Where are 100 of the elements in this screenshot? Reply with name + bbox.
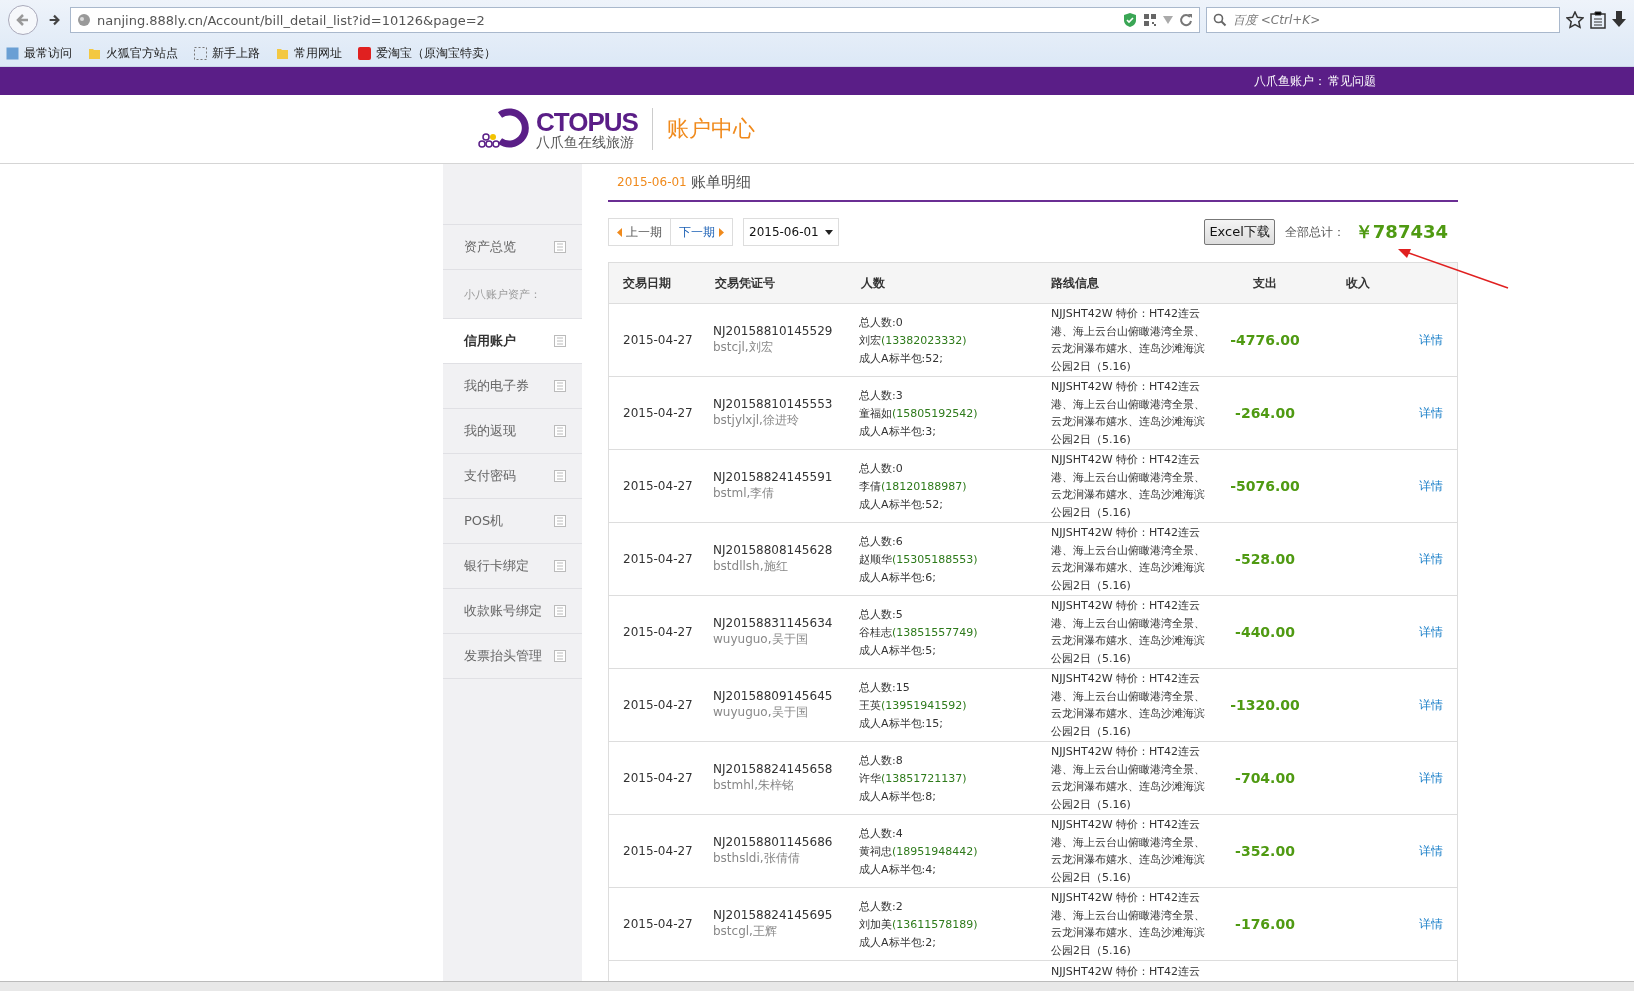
bookmark[interactable]: 常用网址 [276, 44, 342, 62]
package-count: 成人A标半包:6; [859, 569, 937, 586]
sidebar-item[interactable]: 资产总览 [443, 225, 582, 270]
address-field[interactable]: nanjing.888ly.cn/Account/bill_detail_list?id=10126&page=2 [70, 7, 1200, 33]
voucher-number: NJ20158810145529 [713, 324, 834, 338]
sidebar-item[interactable]: 发票抬头管理 [443, 634, 582, 679]
expense-amount: -528.00 [1234, 551, 1296, 567]
route-info: NJJSHT42W 特价：HT42连云港、海上云台山俯瞰港湾全景、云龙涧瀑布嬉水、连岛沙滩海滨公园2日（5.16) [1050, 452, 1206, 521]
logo[interactable]: CTOPUS 八爪鱼在线旅游 [478, 107, 638, 151]
route-info: NJJSHT42W 特价：HT42连云港、海上云台山俯瞰港湾全景、云龙涧瀑布嬉水、连岛沙滩海滨公园2日（5.16) [1050, 525, 1206, 594]
expense-amount: -1320.00 [1229, 697, 1301, 713]
voucher-number: NJ20158824145591 [713, 470, 834, 484]
back-arrow-icon [15, 12, 31, 28]
shield-icon [1123, 12, 1137, 28]
voucher-number: NJ20158809145645 [713, 689, 834, 703]
agent-name: bstjylxjl,徐进玲 [713, 412, 800, 429]
sidebar-item[interactable]: 银行卡绑定 [443, 544, 582, 589]
contact: 刘加美(13611578189) [859, 916, 979, 933]
qr-code-icon[interactable] [1143, 13, 1157, 27]
people-count: 总人数:5 [859, 606, 904, 623]
date-cell-text: 2015-04-27 [622, 698, 694, 712]
detail-link[interactable]: 详情 [1403, 404, 1457, 422]
bookmark[interactable]: 最常访问 [6, 44, 72, 62]
people-count: 总人数:0 [859, 314, 904, 331]
contact: 许华(13851721137) [859, 770, 968, 787]
excel-download-button[interactable]: Excel下载 [1204, 219, 1275, 245]
expense-amount: -176.00 [1234, 916, 1296, 932]
left-triangle-icon [617, 227, 622, 237]
package-count: 成人A标半包:5; [859, 642, 937, 659]
folder-icon [88, 46, 101, 60]
sidebar-item[interactable]: 信用账户 [443, 319, 582, 364]
star-icon[interactable] [1566, 11, 1584, 29]
list-icon [554, 335, 566, 347]
column-header: 支出 [1252, 274, 1278, 292]
period-select[interactable]: 2015-06-01 [743, 218, 839, 246]
expense-amount: -352.00 [1234, 843, 1296, 859]
route-info: NJJSHT42W 特价：HT42连云港、海上云台山俯瞰港湾全景、云龙涧瀑布嬉水、连岛沙滩海滨公园2日（5.16) [1050, 744, 1206, 813]
column-header: 人数 [860, 274, 886, 292]
people-count: 总人数:2 [859, 898, 904, 915]
column-header: 交易日期 [622, 274, 672, 292]
folder-icon [276, 46, 289, 60]
total-amount: ￥787434 [1354, 220, 1448, 244]
list-icon [554, 425, 566, 437]
detail-link[interactable]: 详情 [1403, 331, 1457, 349]
detail-link[interactable]: 详情 [1403, 696, 1457, 714]
route-info: NJJSHT42W 特价：HT42连云 [1050, 964, 1202, 980]
voucher-number: NJ20158808145628 [713, 543, 834, 557]
detail-link[interactable]: 详情 [1403, 842, 1457, 860]
package-count: 成人A标半包:52; [859, 350, 944, 367]
voucher-number: NJ20158824145658 [713, 762, 834, 776]
bill-date: 2015-06-01 [617, 175, 687, 189]
contact: 童福如(15805192542) [859, 405, 979, 422]
download-icon[interactable] [1612, 11, 1626, 29]
sidebar-item[interactable]: 我的电子券 [443, 364, 582, 409]
sidebar-item[interactable]: 我的返现 [443, 409, 582, 454]
date-cell-text: 2015-04-27 [622, 406, 694, 420]
list-icon [554, 650, 566, 662]
detail-link[interactable]: 详情 [1403, 769, 1457, 787]
expense-amount: -4776.00 [1229, 332, 1301, 348]
page-heading: 账户中心 [666, 115, 755, 143]
bookmark[interactable]: 新手上路 [194, 44, 260, 62]
agent-name: bstcjl,刘宏 [713, 339, 774, 356]
contact: 黄祠忠(18951948442) [859, 843, 979, 860]
contact: 刘宏(13382023332) [859, 332, 968, 349]
bookmark[interactable]: 火狐官方站点 [88, 44, 178, 62]
people-count: 总人数:6 [859, 533, 904, 550]
voucher-number: NJ20158801145686 [713, 835, 834, 849]
people-count: 总人数:15 [859, 679, 911, 696]
expense-amount: -704.00 [1234, 770, 1296, 786]
list-icon [554, 605, 566, 617]
list-icon [554, 515, 566, 527]
sidebar-item[interactable]: 支付密码 [443, 454, 582, 499]
search-field[interactable]: 百度 <Ctrl+K> [1206, 7, 1560, 33]
agent-name: bstcgl,王辉 [713, 923, 778, 940]
detail-link[interactable]: 详情 [1403, 477, 1457, 495]
date-cell-text: 2015-04-27 [622, 479, 694, 493]
sidebar-item[interactable]: POS机 [443, 499, 582, 544]
back-button[interactable] [8, 5, 38, 35]
detail-link[interactable]: 详情 [1403, 623, 1457, 641]
contact: 谷桂志(13851557749) [859, 624, 979, 641]
column-header: 收入 [1345, 274, 1371, 292]
package-count: 成人A标半包:15; [859, 715, 944, 732]
people-count: 总人数:8 [859, 752, 904, 769]
total-label: 全部总计： [1284, 223, 1345, 241]
column-header: 交易凭证号 [714, 274, 776, 292]
list-icon [554, 241, 566, 253]
bookmark[interactable]: 爱淘宝（原淘宝特卖） [358, 44, 496, 62]
expense-amount: -264.00 [1234, 405, 1296, 421]
reload-icon[interactable] [1179, 13, 1193, 27]
date-cell-text: 2015-04-27 [622, 333, 694, 347]
sidebar-item[interactable]: 收款账号绑定 [443, 589, 582, 634]
package-count: 成人A标半包:8; [859, 788, 937, 805]
date-cell-text: 2015-04-27 [622, 844, 694, 858]
detail-link[interactable]: 详情 [1403, 915, 1457, 933]
route-info: NJJSHT42W 特价：HT42连云港、海上云台山俯瞰港湾全景、云龙涧瀑布嬉水、连岛沙滩海滨公园2日（5.16) [1050, 598, 1206, 667]
clipboard-icon[interactable] [1590, 11, 1606, 29]
detail-link[interactable]: 详情 [1403, 550, 1457, 568]
help-link[interactable]: 常见问题 [1328, 72, 1376, 90]
agent-name: bstmhl,朱梓铭 [713, 777, 796, 794]
column-header: 路线信息 [1050, 274, 1100, 292]
